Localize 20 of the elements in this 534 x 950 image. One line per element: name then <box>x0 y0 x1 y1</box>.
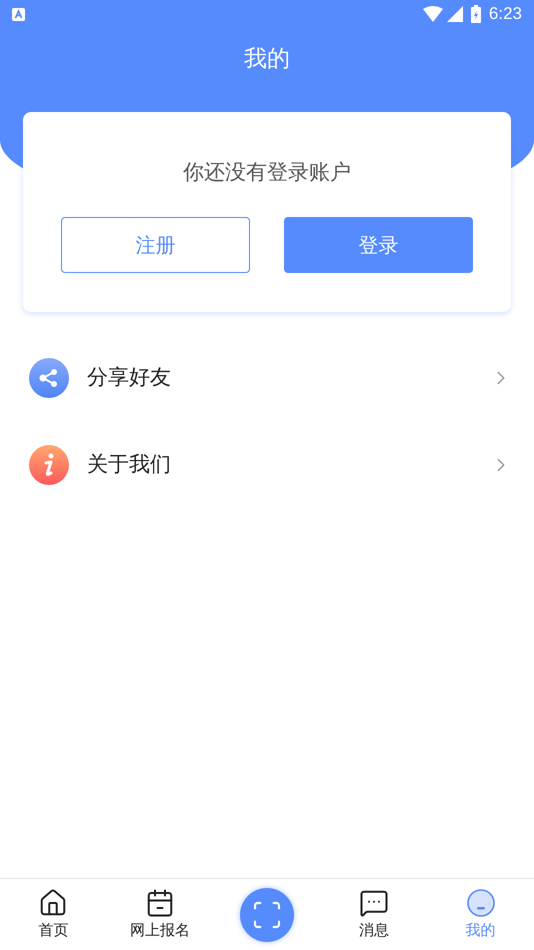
menu-item[interactable]: 关于我们 <box>0 421 534 508</box>
calendar-icon <box>145 888 176 918</box>
status-time: 6:23 <box>488 3 522 26</box>
page-title: 我的 <box>244 45 290 74</box>
nav-tab[interactable]: 首页 <box>38 888 68 942</box>
info-icon <box>29 444 69 484</box>
wifi-icon <box>422 6 443 22</box>
menu-label: 分享好友 <box>87 364 172 391</box>
home-icon <box>38 888 68 918</box>
nav-tab[interactable]: 消息 <box>358 888 389 942</box>
profile-icon <box>466 888 496 918</box>
login-prompt: 你还没有登录账户 <box>183 159 351 186</box>
share-icon <box>29 358 69 398</box>
signal-icon <box>446 6 463 22</box>
app-notification-icon <box>12 8 25 20</box>
menu-label: 关于我们 <box>87 450 172 478</box>
nav-tab[interactable]: 网上报名 <box>130 888 190 942</box>
battery-icon <box>470 5 481 23</box>
scan-button[interactable] <box>240 888 294 942</box>
menu-item[interactable]: 分享好友 <box>0 334 534 421</box>
